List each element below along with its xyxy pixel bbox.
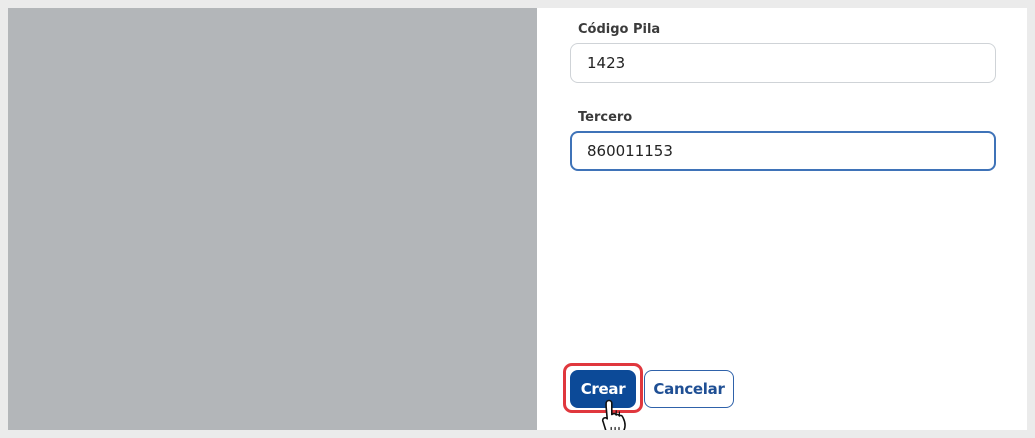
codigo-pila-input[interactable] (570, 43, 996, 83)
codigo-pila-label: Código Pila (578, 22, 661, 37)
side-panel-form: Código Pila Tercero Crear Cancelar (537, 8, 1027, 430)
screenshot-frame: Código Pila Tercero Crear Cancelar (8, 8, 1027, 430)
hand-pointer-icon (601, 399, 626, 430)
cancel-button[interactable]: Cancelar (644, 370, 734, 408)
modal-backdrop[interactable] (8, 8, 537, 430)
tercero-label: Tercero (578, 110, 633, 125)
tercero-input[interactable] (570, 131, 996, 171)
